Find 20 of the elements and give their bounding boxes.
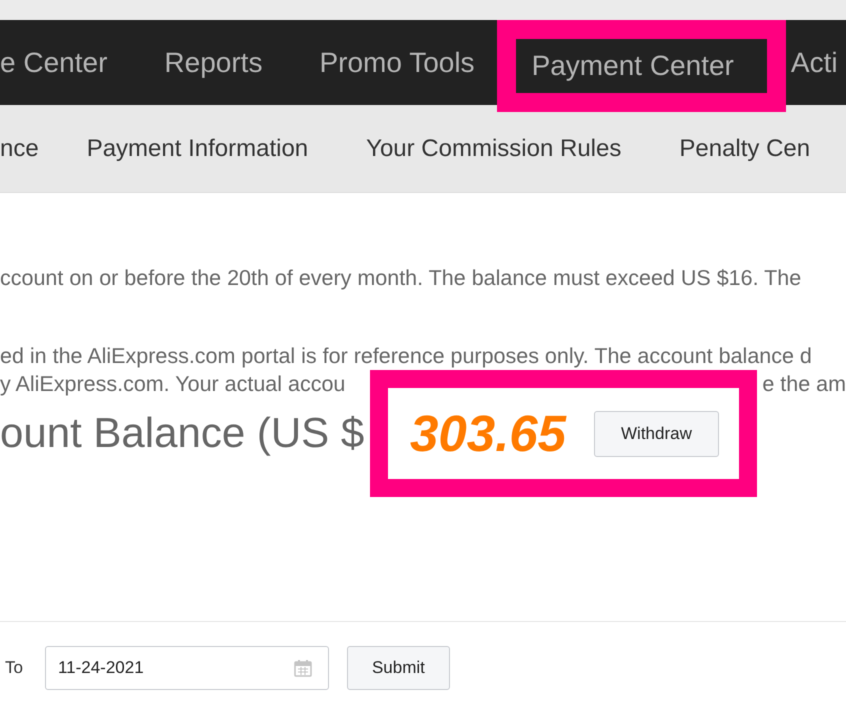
nav-tab[interactable]: Promo Tools	[319, 46, 475, 78]
to-label: To	[5, 658, 23, 678]
balance-amount: 303.65	[410, 404, 566, 463]
date-field[interactable]: 11-24-2021	[44, 646, 329, 690]
sub-nav-tab[interactable]: Penalty Cen	[679, 134, 810, 162]
nav-tab[interactable]: Acti	[790, 46, 838, 78]
disclaimer-text: ed in the AliExpress.com portal is for reference purposes only. The account balance d	[0, 344, 813, 369]
submit-button[interactable]: Submit	[346, 646, 450, 690]
balance-heading: ount Balance (US $	[0, 409, 364, 457]
disclaimer-text: e the am	[762, 372, 846, 397]
withdraw-button[interactable]: Withdraw	[594, 410, 719, 456]
sub-nav-tab[interactable]: Your Commission Rules	[366, 134, 622, 162]
notice-text: ccount on or before the 20th of every month. The balance must exceed US $16. The	[0, 266, 802, 291]
calendar-icon[interactable]	[294, 659, 312, 677]
sub-nav-tab[interactable]: Payment Information	[86, 134, 308, 162]
sub-nav-tab[interactable]: nce	[0, 134, 39, 162]
nav-tab[interactable]: Payment Center	[496, 20, 786, 112]
disclaimer-text: y AliExpress.com. Your actual accou	[0, 372, 346, 397]
nav-tab[interactable]: e Center	[0, 46, 108, 78]
nav-tab[interactable]: Reports	[164, 46, 262, 78]
